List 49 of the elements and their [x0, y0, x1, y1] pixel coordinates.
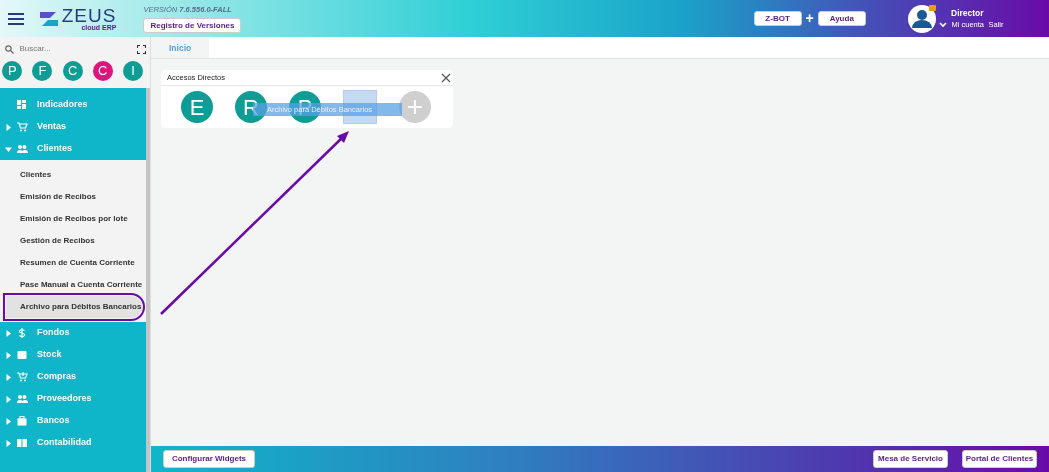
configure-widgets-button[interactable]: Configurar Widgets — [163, 450, 255, 468]
submenu-item[interactable]: Gestión de Recibos — [0, 230, 142, 252]
search-field[interactable]: Buscar... — [17, 42, 118, 56]
book-icon — [17, 438, 28, 448]
menu-item[interactable]: Bancos — [37, 414, 70, 428]
cart-icon — [17, 122, 28, 132]
release-notes-button[interactable]: Registro de Versiones — [143, 18, 242, 34]
plus-text: + — [805, 9, 814, 28]
favorite-button[interactable]: P — [2, 61, 23, 81]
logo-icon — [37, 9, 60, 28]
people-icon — [17, 144, 28, 154]
menu-item[interactable]: Stock — [37, 348, 62, 362]
favorite-button[interactable]: C — [92, 61, 113, 81]
submenu-item[interactable]: Pase Manual a Cuenta Corriente — [0, 274, 142, 296]
avatar-icon[interactable] — [906, 3, 937, 34]
people-icon — [17, 394, 28, 404]
footer-button[interactable]: Portal de Clientes — [962, 450, 1037, 468]
submenu-item[interactable]: Clientes — [0, 164, 142, 186]
menu-item[interactable]: Proveedores — [37, 392, 92, 406]
menu-item[interactable]: Clientes — [37, 142, 72, 156]
user-name: Director — [951, 6, 985, 20]
submenu-item[interactable]: Emisión de Recibos — [0, 186, 142, 208]
favorite-button[interactable]: F — [32, 61, 53, 81]
menu-item[interactable]: Fondos — [37, 326, 70, 340]
close-icon[interactable] — [441, 72, 451, 83]
chevron-down-icon[interactable] — [939, 21, 947, 28]
cart-plus-icon — [17, 372, 28, 382]
header-button[interactable]: Z-BOT — [753, 11, 802, 26]
shortcut-button[interactable]: E — [181, 91, 213, 123]
submenu-item[interactable]: Resumen de Cuenta Corriente — [0, 252, 142, 274]
favorite-button[interactable]: C — [62, 61, 83, 81]
dollar-icon — [17, 328, 28, 338]
footer-button[interactable]: Mesa de Servicio — [873, 450, 948, 468]
submenu-item[interactable]: Archivo para Débitos Bancarios — [6, 296, 142, 318]
favorite-button[interactable]: I — [123, 61, 143, 81]
box-icon — [17, 350, 28, 360]
menu-item[interactable]: Ventas — [37, 120, 67, 134]
tab[interactable]: Inicio — [151, 37, 209, 58]
menu-item[interactable]: Indicadores — [37, 98, 88, 112]
submenu-item[interactable]: Emisión de Recibos por lote — [0, 208, 142, 230]
briefcase-icon — [17, 416, 28, 426]
logo-text: ZEUS — [61, 6, 117, 24]
menu-item[interactable]: Contabilidad — [37, 436, 92, 450]
menu-icon[interactable] — [8, 12, 24, 25]
dashboard-icon — [17, 100, 28, 110]
search-icon — [4, 44, 14, 54]
header-button[interactable]: Ayuda — [817, 11, 866, 26]
fullscreen-icon[interactable] — [136, 44, 146, 54]
menu-item[interactable]: Compras — [37, 370, 76, 384]
